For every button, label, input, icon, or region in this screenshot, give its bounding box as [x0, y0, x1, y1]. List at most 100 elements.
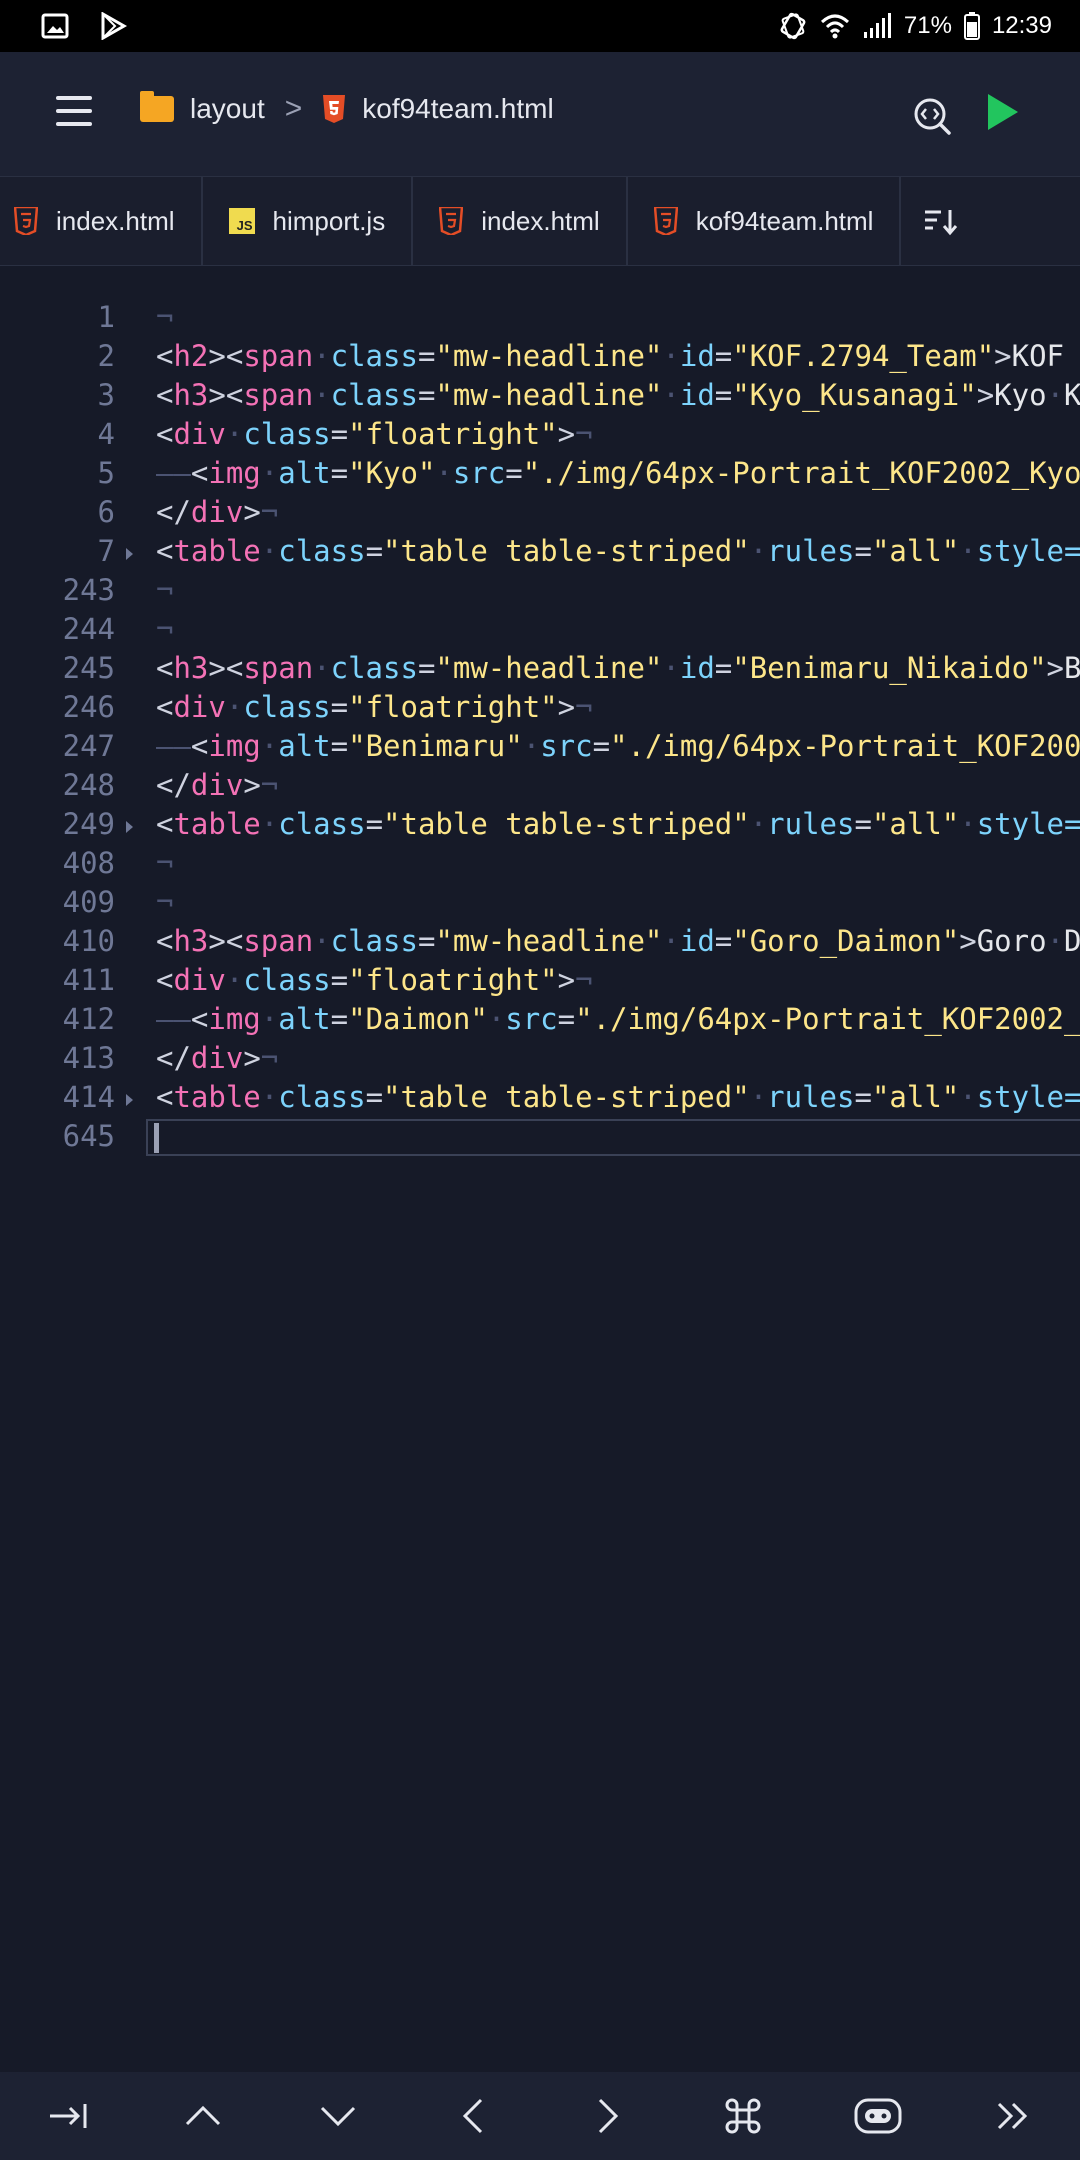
line-number: 411	[62, 963, 115, 997]
tab-himport-js[interactable]: JS himport.js	[203, 177, 414, 265]
code-text: <table·class="table table-striped"·rules…	[156, 534, 1080, 568]
code-text: <h2><span·class="mw-headline"·id="KOF.27…	[156, 339, 1064, 373]
code-token: >	[208, 378, 226, 412]
code-line[interactable]: 249 <table·class="table table-striped"·ru…	[0, 807, 1080, 846]
code-token: ·	[749, 807, 768, 841]
fold-arrow-icon[interactable]	[126, 548, 133, 560]
code-line[interactable]: 408 ¬	[0, 846, 1080, 885]
code-line[interactable]: 414 <table·class="table table-striped"·ru…	[0, 1080, 1080, 1119]
code-line[interactable]: 243 ¬	[0, 573, 1080, 612]
code-line[interactable]: 245 <h3><span·class="mw-headline"·id="Ben…	[0, 651, 1080, 690]
code-line[interactable]: 7 <table·class="table table-striped"·rule…	[0, 534, 1080, 573]
breadcrumb-separator: >	[284, 92, 303, 125]
code-token: ¬	[156, 300, 174, 334]
more-icon[interactable]	[973, 2076, 1053, 2156]
code-token: >	[557, 417, 576, 451]
menu-icon[interactable]	[56, 96, 92, 128]
code-token: ¬	[260, 495, 279, 529]
code-line[interactable]: 6 </div>¬	[0, 495, 1080, 534]
search-code-icon[interactable]	[912, 96, 952, 136]
app-bar: layout > kof94team.html	[0, 52, 1080, 176]
code-token: >	[557, 690, 576, 724]
code-token: ·	[225, 690, 244, 724]
code-token: >	[959, 924, 977, 958]
code-token: K	[1064, 378, 1080, 412]
code-line[interactable]: 412 ——<img·alt="Daimon"·src="./img/64px-P…	[0, 1002, 1080, 1041]
assistant-icon[interactable]	[838, 2076, 918, 2156]
code-token: "Benimaru"	[348, 729, 523, 763]
code-line[interactable]: 3 <h3><span·class="mw-headline"·id="Kyo_K…	[0, 378, 1080, 417]
command-icon[interactable]	[703, 2076, 783, 2156]
code-text: <div·class="floatright">¬	[156, 690, 593, 724]
arrow-up-icon[interactable]	[163, 2076, 243, 2156]
code-line[interactable]: 244 ¬	[0, 612, 1080, 651]
code-text: <div·class="floatright">¬	[156, 963, 593, 997]
line-number: 408	[62, 846, 115, 880]
tab-kof94team-html[interactable]: kof94team.html	[628, 177, 902, 265]
line-number: 244	[62, 612, 115, 646]
code-token: ·	[260, 534, 279, 568]
code-token: div	[173, 690, 226, 724]
arrow-left-icon[interactable]	[433, 2076, 513, 2156]
tab-index-html-2[interactable]: index.html	[413, 177, 628, 265]
code-token: img	[208, 456, 261, 490]
fold-arrow-icon[interactable]	[126, 1094, 133, 1106]
code-line[interactable]: 246 <div·class="floatright">¬	[0, 690, 1080, 729]
line-number: 409	[62, 885, 115, 919]
code-token: table	[173, 807, 261, 841]
code-line[interactable]: 1 ¬	[0, 300, 1080, 339]
code-text: ——<img·alt="Kyo"·src="./img/64px-Portrai…	[156, 456, 1080, 490]
code-token: "Benimaru_Nikaido"	[732, 651, 1047, 685]
line-number: 248	[62, 768, 115, 802]
line-number: 645	[62, 1119, 115, 1153]
breadcrumb-folder[interactable]: layout	[190, 93, 265, 125]
code-token: ·	[260, 807, 279, 841]
code-token: "all"	[871, 1080, 960, 1114]
code-line[interactable]: 409 ¬	[0, 885, 1080, 924]
code-line[interactable]: 411 <div·class="floatright">¬	[0, 963, 1080, 1002]
code-token: ¬	[575, 963, 593, 997]
line-number: 7	[97, 534, 115, 568]
code-token: ·	[260, 456, 279, 490]
sort-icon[interactable]	[901, 177, 971, 265]
code-text: <h3><span·class="mw-headline"·id="Kyo_Ku…	[156, 378, 1080, 412]
code-token: src	[452, 456, 506, 490]
code-line[interactable]: 4 <div·class="floatright">¬	[0, 417, 1080, 456]
code-token: <	[225, 651, 244, 685]
code-token: <	[225, 339, 244, 373]
code-token: ·	[260, 1080, 279, 1114]
tab-index-html[interactable]: index.html	[0, 177, 203, 265]
code-line[interactable]: 410 <h3><span·class="mw-headline"·id="Gor…	[0, 924, 1080, 963]
arrow-right-icon[interactable]	[568, 2076, 648, 2156]
code-line[interactable]: 247 ——<img·alt="Benimaru"·src="./img/64px…	[0, 729, 1080, 768]
code-token: ·	[313, 651, 331, 685]
code-token: id	[679, 378, 715, 412]
code-token: div	[173, 963, 226, 997]
code-token: ·	[313, 378, 331, 412]
tab-key-icon[interactable]	[28, 2076, 108, 2156]
code-token: rules	[767, 534, 855, 568]
arrow-down-icon[interactable]	[298, 2076, 378, 2156]
code-token: =	[854, 534, 872, 568]
code-line[interactable]: 645	[0, 1119, 1080, 1158]
breadcrumb-file[interactable]: kof94team.html	[362, 93, 553, 125]
code-token: alt	[278, 1002, 331, 1036]
play-store-icon	[101, 12, 128, 40]
code-token: >	[208, 339, 226, 373]
play-icon[interactable]	[988, 94, 1018, 130]
code-token: ·	[662, 651, 680, 685]
code-line[interactable]: 413 </div>¬	[0, 1041, 1080, 1080]
code-token: =	[714, 378, 733, 412]
code-token: =	[330, 417, 349, 451]
code-token: ·	[313, 339, 331, 373]
code-token: =	[505, 456, 523, 490]
code-editor[interactable]: 1 ¬ 2 <h2><span·class="mw-headline"·id="KOF…	[0, 300, 1080, 2070]
code-text: ¬	[156, 573, 173, 607]
code-line[interactable]: 248 </div>¬	[0, 768, 1080, 807]
fold-arrow-icon[interactable]	[126, 821, 133, 833]
code-token: "mw-headline"	[435, 339, 663, 373]
line-number: 5	[97, 456, 115, 490]
code-token: src	[505, 1002, 558, 1036]
code-line[interactable]: 5 ——<img·alt="Kyo"·src="./img/64px-Portra…	[0, 456, 1080, 495]
code-line[interactable]: 2 <h2><span·class="mw-headline"·id="KOF.2…	[0, 339, 1080, 378]
